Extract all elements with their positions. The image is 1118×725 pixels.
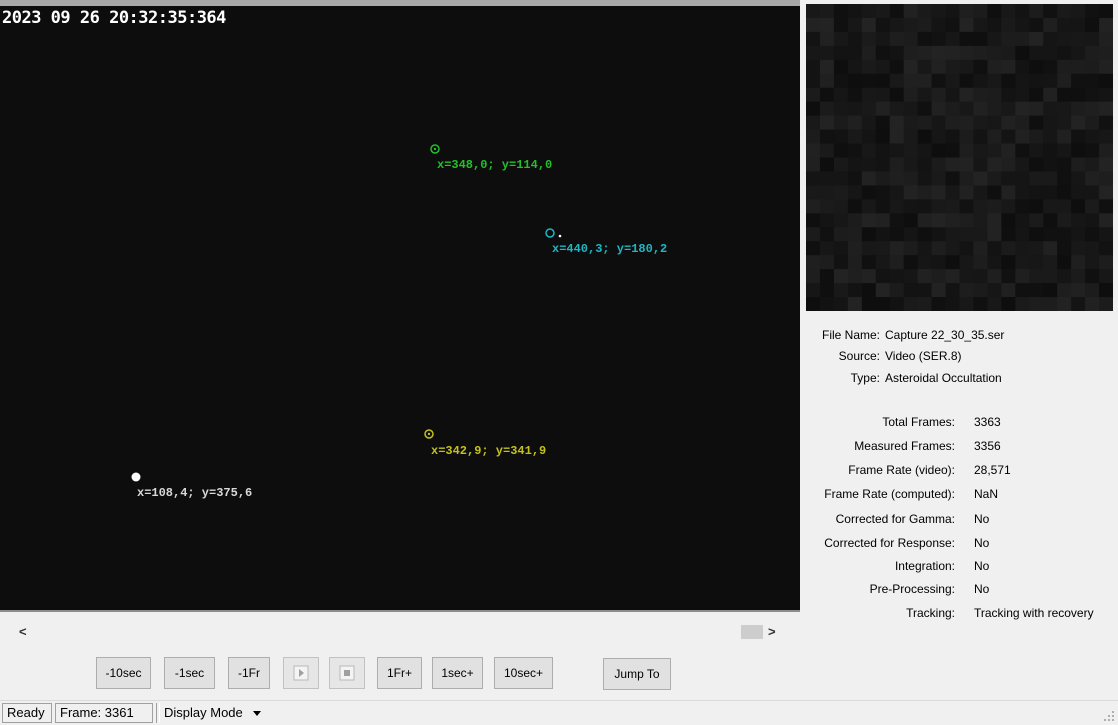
info-row-key: Corrected for Gamma: bbox=[835, 512, 955, 526]
info-row-key: Tracking: bbox=[906, 606, 955, 620]
target-label-1: x=348,0; y=114,0 bbox=[437, 158, 553, 172]
info-row-key: Frame Rate (video): bbox=[848, 463, 955, 477]
scroll-thumb[interactable] bbox=[741, 625, 763, 639]
display-mode-dropdown[interactable]: Display Mode bbox=[164, 704, 262, 722]
plus-1fr-button[interactable]: 1Fr+ bbox=[377, 657, 422, 689]
info-row-value: No bbox=[974, 512, 990, 526]
plus-10sec-button[interactable]: 10sec+ bbox=[494, 657, 553, 689]
info-row-value: 3356 bbox=[974, 439, 1001, 453]
type-key: Type: bbox=[850, 371, 880, 385]
video-timestamp: 2023 09 26 20:32:35:364 bbox=[2, 8, 226, 28]
status-bar: Ready Frame: 3361 Display Mode bbox=[0, 700, 1118, 725]
star-marker bbox=[131, 472, 141, 482]
info-row-key: Total Frames: bbox=[882, 415, 955, 429]
target-label-4: x=108,4; y=375,6 bbox=[137, 486, 253, 500]
status-frame: Frame: 3361 bbox=[55, 703, 153, 723]
resize-grip-icon[interactable] bbox=[1103, 710, 1115, 722]
display-mode-label: Display Mode bbox=[164, 705, 243, 720]
plus-1sec-button[interactable]: 1sec+ bbox=[432, 657, 483, 689]
source-key: Source: bbox=[838, 349, 880, 363]
target-marker-2 bbox=[545, 228, 562, 238]
source-value: Video (SER.8) bbox=[885, 349, 962, 363]
info-row-value: No bbox=[974, 582, 990, 596]
video-bottom-strip bbox=[0, 610, 800, 612]
video-frame[interactable]: 2023 09 26 20:32:35:364 x=348,0; y=114,0… bbox=[0, 0, 800, 612]
info-row-key: Measured Frames: bbox=[854, 439, 955, 453]
status-state: Ready bbox=[2, 703, 52, 723]
target-marker-1 bbox=[430, 144, 440, 154]
target-label-3: x=342,9; y=341,9 bbox=[431, 444, 547, 458]
info-row-value: 3363 bbox=[974, 415, 1001, 429]
info-row-key: Pre-Processing: bbox=[869, 582, 955, 596]
stop-icon bbox=[339, 665, 355, 681]
file-name-value: Capture 22_30_35.ser bbox=[885, 328, 1005, 342]
play-button[interactable] bbox=[283, 657, 319, 689]
scroll-left-arrow[interactable]: < bbox=[19, 624, 27, 639]
info-row-value: No bbox=[974, 559, 990, 573]
zoom-preview bbox=[806, 4, 1113, 311]
dropdown-arrow-icon bbox=[253, 711, 262, 716]
target-label-2: x=440,3; y=180,2 bbox=[552, 242, 668, 256]
info-row-value: 28,571 bbox=[974, 463, 1011, 477]
type-value: Asteroidal Occultation bbox=[885, 371, 1002, 385]
info-row-value: Tracking with recovery bbox=[974, 606, 1094, 620]
status-separator bbox=[156, 703, 160, 723]
info-row-value: NaN bbox=[974, 487, 999, 501]
minus-10sec-button[interactable]: -10sec bbox=[96, 657, 151, 689]
scroll-right-arrow[interactable]: > bbox=[768, 624, 776, 639]
info-row-value: No bbox=[974, 536, 990, 550]
jump-to-button[interactable]: Jump To bbox=[603, 658, 671, 690]
info-row-key: Frame Rate (computed): bbox=[824, 487, 955, 501]
horizontal-scrollbar[interactable]: < > bbox=[0, 622, 800, 642]
play-icon bbox=[293, 665, 309, 681]
stop-button[interactable] bbox=[329, 657, 365, 689]
minus-1fr-button[interactable]: -1Fr bbox=[228, 657, 270, 689]
target-marker-3 bbox=[424, 429, 434, 439]
info-row-key: Integration: bbox=[894, 559, 955, 573]
file-name-key: File Name: bbox=[821, 328, 880, 342]
minus-1sec-button[interactable]: -1sec bbox=[164, 657, 215, 689]
info-row-key: Corrected for Response: bbox=[824, 536, 955, 550]
